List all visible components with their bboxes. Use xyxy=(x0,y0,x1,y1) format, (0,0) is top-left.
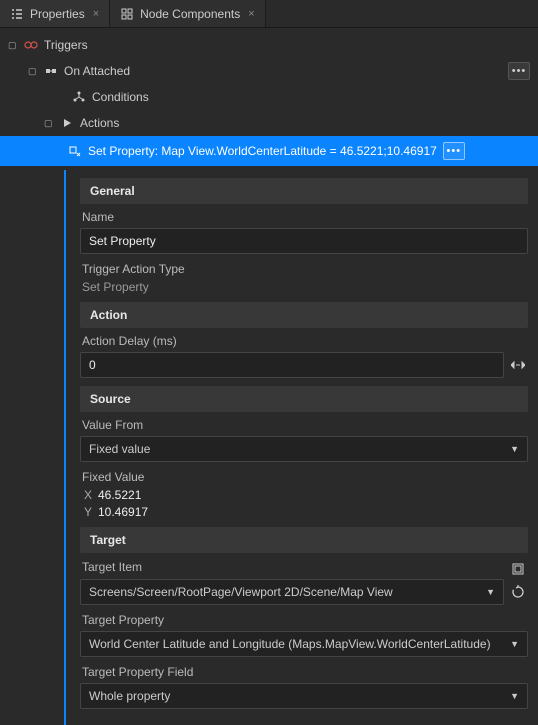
target-item-select[interactable]: Screens/Screen/RootPage/Viewport 2D/Scen… xyxy=(80,579,504,605)
trigger-action-type-label: Trigger Action Type xyxy=(80,262,528,276)
axis-y-label: Y xyxy=(80,505,92,519)
list-icon xyxy=(10,7,24,21)
select-value: World Center Latitude and Longitude (Map… xyxy=(89,637,491,651)
tree-label: Conditions xyxy=(92,90,530,104)
attached-icon xyxy=(44,64,58,78)
browse-icon[interactable] xyxy=(508,559,528,579)
action-delay-input[interactable] xyxy=(80,352,504,378)
expand-arrow-icon[interactable]: ▢ xyxy=(8,40,18,51)
name-label: Name xyxy=(80,210,528,224)
trigger-action-type-value: Set Property xyxy=(80,280,528,294)
conditions-icon xyxy=(72,90,86,104)
fixed-x-value[interactable]: 46.5221 xyxy=(98,488,141,502)
chevron-down-icon: ▼ xyxy=(510,691,519,701)
select-value: Screens/Screen/RootPage/Viewport 2D/Scen… xyxy=(89,585,393,599)
fixed-y-value[interactable]: 10.46917 xyxy=(98,505,148,519)
tree-selected-action[interactable]: Set Property: Map View.WorldCenterLatitu… xyxy=(0,136,538,166)
close-icon[interactable]: × xyxy=(93,8,99,20)
tab-properties[interactable]: Properties × xyxy=(0,0,110,27)
target-property-field-label: Target Property Field xyxy=(80,665,528,679)
target-property-label: Target Property xyxy=(80,613,528,627)
target-property-field-select[interactable]: Whole property ▼ xyxy=(80,683,528,709)
context-menu-button[interactable]: ••• xyxy=(508,62,530,80)
close-icon[interactable]: × xyxy=(248,8,254,20)
chevron-down-icon: ▼ xyxy=(486,587,495,597)
tree-on-attached[interactable]: ▢ On Attached ••• xyxy=(0,58,538,84)
expand-arrow-icon[interactable]: ▢ xyxy=(44,118,54,129)
select-value: Whole property xyxy=(89,689,170,703)
fixed-value-label: Fixed Value xyxy=(80,470,528,484)
section-action: Action xyxy=(80,302,528,328)
axis-x-label: X xyxy=(80,488,92,502)
tab-node-components[interactable]: Node Components × xyxy=(110,0,266,27)
tree-label: Actions xyxy=(80,116,530,130)
name-input[interactable] xyxy=(80,228,528,254)
target-item-label: Target Item xyxy=(80,560,142,574)
set-property-icon xyxy=(68,144,82,158)
tree-triggers[interactable]: ▢ Triggers xyxy=(0,32,538,58)
section-target: Target xyxy=(80,527,528,553)
tab-label: Properties xyxy=(30,7,85,21)
context-menu-button[interactable]: ••• xyxy=(443,142,465,160)
refresh-icon[interactable] xyxy=(508,582,528,602)
target-property-select[interactable]: World Center Latitude and Longitude (Map… xyxy=(80,631,528,657)
expand-arrow-icon[interactable]: ▢ xyxy=(28,66,38,77)
section-general: General xyxy=(80,178,528,204)
tree-actions[interactable]: ▢ Actions xyxy=(0,110,538,136)
chevron-down-icon: ▼ xyxy=(510,639,519,649)
components-icon xyxy=(120,7,134,21)
triggers-icon xyxy=(24,38,38,52)
tree-label: Set Property: Map View.WorldCenterLatitu… xyxy=(88,144,437,158)
tree-label: Triggers xyxy=(44,38,530,52)
value-from-label: Value From xyxy=(80,418,528,432)
tree-label: On Attached xyxy=(64,64,502,78)
tab-label: Node Components xyxy=(140,7,240,21)
chevron-down-icon: ▼ xyxy=(510,444,519,454)
drag-handle-icon[interactable] xyxy=(508,355,528,375)
value-from-select[interactable]: Fixed value ▼ xyxy=(80,436,528,462)
section-source: Source xyxy=(80,386,528,412)
actions-icon xyxy=(60,116,74,130)
tree-conditions[interactable]: Conditions xyxy=(0,84,538,110)
select-value: Fixed value xyxy=(89,442,150,456)
action-delay-label: Action Delay (ms) xyxy=(80,334,528,348)
